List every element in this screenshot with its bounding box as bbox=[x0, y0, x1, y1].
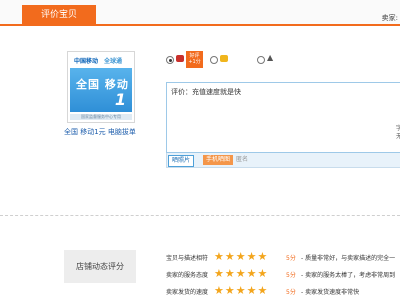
star-rating[interactable]: ★★★★★ bbox=[214, 284, 268, 297]
star-rating[interactable]: ★★★★★ bbox=[214, 250, 268, 263]
card-amount: 1 bbox=[114, 90, 126, 109]
rating-good-radio[interactable] bbox=[166, 56, 174, 64]
dsr-question: 卖家发货的速度 bbox=[166, 289, 209, 296]
china-mobile-logo: 中国移动 bbox=[74, 58, 99, 65]
phone-photo-button[interactable]: 手机晒图 bbox=[203, 155, 234, 165]
card-header: 中国移动 全球通 bbox=[70, 54, 132, 68]
dsr-score: 5分 bbox=[286, 255, 296, 262]
product-image[interactable]: 中国移动 全球通 全国 移动 1 国家监督服务中心专用 bbox=[67, 51, 135, 123]
tab-rate-item[interactable]: 评价宝贝 bbox=[22, 5, 96, 26]
section-divider bbox=[0, 215, 400, 216]
gotone-logo: 全球通 bbox=[104, 58, 123, 65]
card-stripe: 国家监督服务中心专用 bbox=[70, 114, 132, 120]
dsr-question: 卖家的服务态度 bbox=[166, 272, 209, 279]
comment-textarea[interactable]: 评价：充值速度就是快 bbox=[166, 82, 400, 153]
comment-text: 评价：充值速度就是快 bbox=[171, 88, 241, 96]
dsr-score: 5分 bbox=[286, 289, 296, 296]
star-rating[interactable]: ★★★★★ bbox=[214, 267, 268, 280]
store-rating-label: 店铺动态评分 bbox=[64, 250, 136, 283]
rating-bad-radio[interactable] bbox=[257, 56, 265, 64]
bad-rating-icon: ▲ bbox=[267, 53, 274, 62]
card-body: 全国 移动 1 bbox=[70, 68, 132, 112]
anonymous-option[interactable]: 匿名 bbox=[236, 155, 248, 165]
seller-label: 卖家: bbox=[381, 14, 398, 22]
comment-toolbar: 晒照片 手机晒图 匿名 bbox=[166, 153, 400, 168]
add-photo-button[interactable]: 晒照片 bbox=[168, 155, 195, 167]
top-bar: 评价宝贝 卖家: bbox=[0, 0, 400, 26]
dsr-score: 5分 bbox=[286, 272, 296, 279]
rating-neutral-radio[interactable] bbox=[210, 56, 218, 64]
dsr-question: 宝贝与描述相符 bbox=[166, 255, 209, 262]
char-count-note: 字无 bbox=[396, 125, 400, 140]
neutral-rating-icon bbox=[220, 55, 228, 62]
dsr-description: - 质量非常好，与卖家描述的完全一 bbox=[301, 255, 396, 262]
dsr-description: - 卖家发货速度非常快 bbox=[301, 289, 360, 296]
dsr-description: - 卖家的服务太棒了，考虑非常周到 bbox=[301, 272, 396, 279]
good-rating-icon bbox=[176, 55, 184, 62]
product-name-link[interactable]: 全国 移动1元 电脑拔单 bbox=[64, 127, 136, 137]
good-rating-tip: 好评 +1分 bbox=[186, 51, 203, 68]
